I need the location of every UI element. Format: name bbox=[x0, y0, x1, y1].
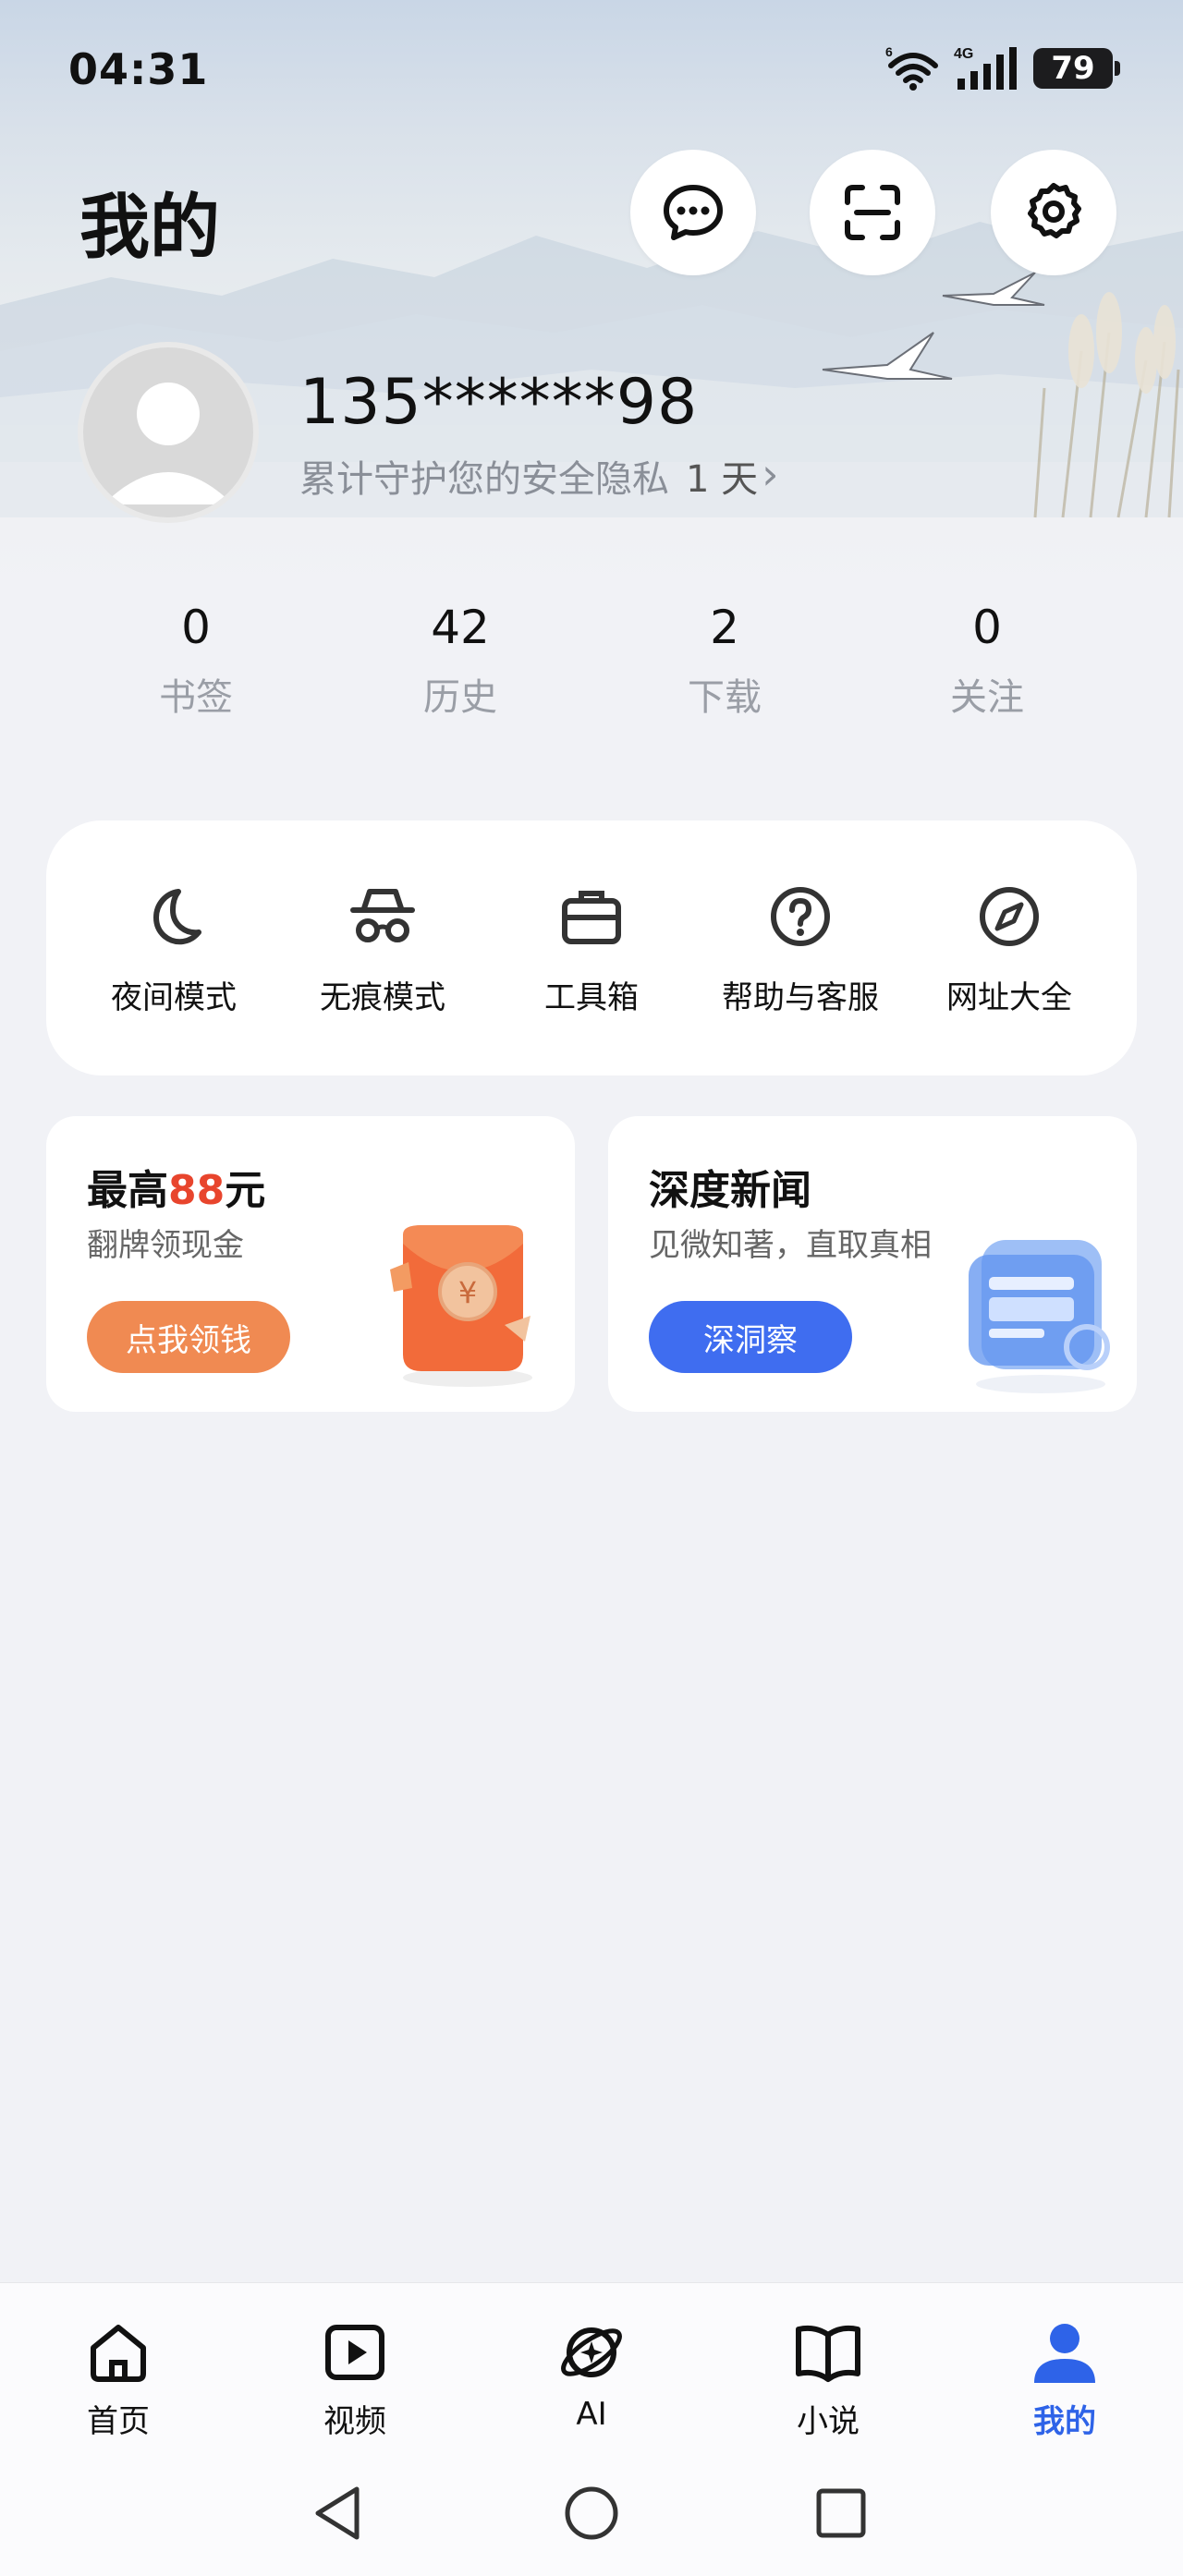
deep-insight-button[interactable]: 深洞察 bbox=[649, 1301, 852, 1373]
stat-bookmarks[interactable]: 0 书签 bbox=[104, 601, 288, 721]
nav-tab-label: 小说 bbox=[797, 2403, 860, 2440]
network-type: 4G bbox=[954, 46, 973, 62]
status-icons: 6 4G 79 bbox=[885, 41, 1120, 96]
message-bubble-icon bbox=[664, 185, 723, 240]
promo-cash-title-suffix: 元 bbox=[225, 1167, 266, 1214]
scan-icon bbox=[845, 185, 900, 240]
wifi-badge: 6 bbox=[885, 45, 893, 59]
stat-label: 下载 bbox=[688, 676, 762, 719]
quick-action-label: 夜间模式 bbox=[111, 979, 237, 1016]
nav-tab-label: AI bbox=[576, 2396, 607, 2433]
promo-news-title: 深度新闻 bbox=[649, 1167, 811, 1214]
nav-tab-label: 视频 bbox=[323, 2403, 386, 2440]
quick-action-help[interactable]: 帮助与客服 bbox=[699, 880, 902, 1017]
status-time: 04:31 bbox=[68, 44, 209, 94]
promo-cash-title-prefix: 最高 bbox=[87, 1167, 168, 1214]
promo-cash-title: 最高88元 bbox=[87, 1157, 265, 1216]
quick-action-toolbox[interactable]: 工具箱 bbox=[490, 880, 693, 1017]
nav-tab-label: 我的 bbox=[1033, 2403, 1096, 2440]
nav-tab-novel[interactable]: 小说 bbox=[745, 2316, 911, 2441]
wifi-icon: 6 bbox=[885, 45, 938, 91]
help-icon bbox=[771, 887, 830, 946]
back-triangle-icon bbox=[315, 2486, 360, 2540]
recents-square-icon bbox=[816, 2488, 866, 2538]
nav-tab-video[interactable]: 视频 bbox=[272, 2316, 438, 2441]
video-play-icon bbox=[325, 2325, 384, 2380]
toolbox-icon bbox=[562, 891, 621, 944]
nav-tab-home[interactable]: 首页 bbox=[35, 2316, 201, 2441]
stats-row: 0 书签 42 历史 2 下载 0 关注 bbox=[0, 601, 1183, 730]
settings-button[interactable] bbox=[991, 150, 1116, 275]
avatar[interactable] bbox=[78, 342, 259, 523]
quick-action-label: 工具箱 bbox=[544, 979, 639, 1016]
ai-planet-icon bbox=[561, 2327, 622, 2377]
quick-actions-card: 夜间模式 无痕模式 工具箱 帮助与客服 网址大全 bbox=[46, 820, 1137, 1075]
system-back-button[interactable] bbox=[301, 2476, 375, 2550]
stat-value: 2 bbox=[710, 601, 739, 654]
user-icon bbox=[1034, 2324, 1095, 2383]
promo-news-subtitle: 见微知著，直取真相 bbox=[649, 1227, 932, 1264]
home-icon bbox=[91, 2325, 146, 2382]
svg-text:¥: ¥ bbox=[458, 1275, 477, 1310]
stat-history[interactable]: 42 历史 bbox=[368, 601, 553, 721]
news-glass-icon bbox=[969, 1240, 1110, 1393]
incognito-icon bbox=[350, 889, 415, 942]
compass-icon bbox=[980, 887, 1039, 946]
battery-indicator: 79 bbox=[1033, 48, 1120, 89]
protection-text: 累计守护您的安全隐私 bbox=[299, 458, 669, 501]
chevron-right-icon: › bbox=[762, 449, 779, 499]
protection-days: 1 天 bbox=[686, 458, 759, 501]
promo-cash-subtitle: 翻牌领现金 bbox=[87, 1227, 244, 1264]
quick-action-label: 无痕模式 bbox=[320, 979, 445, 1016]
get-cash-button[interactable]: 点我领钱 bbox=[87, 1301, 290, 1373]
moon-icon bbox=[153, 889, 201, 945]
quick-action-label: 帮助与客服 bbox=[722, 979, 879, 1016]
cellular-signal-icon: 4G bbox=[954, 46, 1017, 90]
status-bar: 04:31 6 4G 79 bbox=[0, 0, 1183, 139]
user-protection-summary[interactable]: 累计守护您的安全隐私 1 天 › bbox=[299, 449, 779, 503]
book-icon bbox=[796, 2325, 860, 2382]
quick-action-url-directory[interactable]: 网址大全 bbox=[908, 880, 1111, 1017]
stat-label: 书签 bbox=[159, 676, 233, 719]
stat-value: 0 bbox=[181, 601, 211, 654]
nav-tab-me[interactable]: 我的 bbox=[982, 2316, 1148, 2441]
quick-action-night-mode[interactable]: 夜间模式 bbox=[72, 880, 275, 1017]
home-circle-icon bbox=[565, 2486, 618, 2540]
stat-following[interactable]: 0 关注 bbox=[895, 601, 1079, 721]
quick-action-label: 网址大全 bbox=[946, 979, 1072, 1016]
nav-tab-ai[interactable]: AI bbox=[508, 2316, 675, 2433]
stat-label: 关注 bbox=[950, 676, 1024, 719]
default-avatar-icon bbox=[104, 383, 233, 504]
scan-button[interactable] bbox=[810, 150, 935, 275]
gear-icon bbox=[1028, 183, 1081, 238]
system-home-button[interactable] bbox=[555, 2476, 628, 2550]
promo-card-cash[interactable]: 最高88元 翻牌领现金 点我领钱 ¥ bbox=[46, 1116, 575, 1412]
page-title: 我的 bbox=[79, 186, 220, 268]
stat-value: 42 bbox=[431, 601, 490, 654]
promo-cash-amount: 88 bbox=[168, 1167, 226, 1214]
nav-tab-label: 首页 bbox=[87, 2403, 150, 2440]
system-recents-button[interactable] bbox=[804, 2476, 878, 2550]
message-button[interactable] bbox=[630, 150, 756, 275]
stat-label: 历史 bbox=[423, 676, 497, 719]
promo-card-news[interactable]: 深度新闻 见微知著，直取真相 深洞察 bbox=[608, 1116, 1137, 1412]
stat-value: 0 bbox=[972, 601, 1002, 654]
red-envelope-icon: ¥ bbox=[390, 1225, 532, 1387]
user-phone[interactable]: 135******98 bbox=[299, 366, 698, 439]
stat-downloads[interactable]: 2 下载 bbox=[632, 601, 817, 721]
quick-action-incognito[interactable]: 无痕模式 bbox=[281, 880, 484, 1017]
